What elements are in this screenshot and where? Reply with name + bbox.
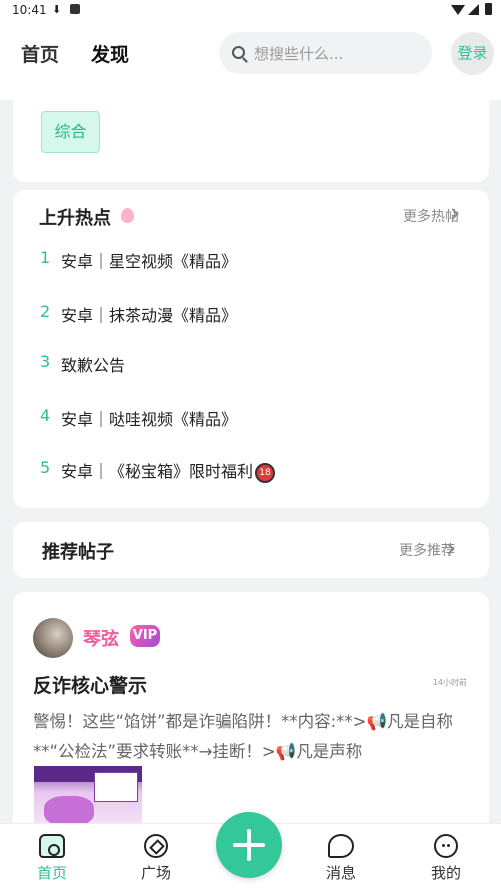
download-icon: ⬇ [52, 3, 62, 16]
message-icon [328, 834, 354, 858]
hot-item-rank: 4 [40, 406, 51, 425]
thumbnail-graphic [44, 796, 94, 826]
post-card[interactable]: 琴弦 VIP 反诈核心警示 14小时前 警惕！这些“馅饼”都是诈骗陷阱！**内容… [13, 592, 489, 832]
nav-messages[interactable]: 消息 [311, 824, 371, 890]
hot-item-rank: 2 [40, 302, 51, 321]
top-header: 首页 发现 想搜些什么... 登录 [0, 22, 501, 100]
create-post-button[interactable] [216, 812, 282, 878]
category-chip-all[interactable]: 综合 [41, 111, 100, 153]
nav-messages-label: 消息 [325, 864, 356, 882]
tab-home[interactable]: 首页 [21, 40, 59, 67]
nav-square[interactable]: 广场 [126, 824, 186, 890]
thumbnail-card [94, 772, 138, 802]
hot-item-rank: 3 [40, 352, 51, 371]
hot-item-text: 安卓｜抹茶动漫《精品》 [61, 306, 238, 325]
plus-icon-vertical [247, 829, 251, 861]
battery-icon [485, 3, 492, 15]
tab-discover[interactable]: 发现 [87, 40, 131, 67]
post-excerpt: 警惕！这些“馅饼”都是诈骗陷阱！**内容:**>📢凡是自称**“公检法”要求转账… [33, 712, 454, 761]
hot-item-text-content: 安卓｜《秘宝箱》限时福利 [61, 462, 254, 481]
notification-icon [70, 4, 80, 14]
recommended-posts-title: 推荐帖子 [42, 542, 114, 563]
adult-18-icon: 18 [255, 462, 276, 483]
post-username[interactable]: 琴弦 [83, 625, 119, 651]
nav-profile[interactable]: 我的 [416, 824, 476, 890]
flame-icon [121, 208, 134, 223]
hot-item-text: 安卓｜星空视频《精品》 [61, 252, 238, 271]
profile-icon [434, 834, 458, 858]
hot-topics-card: 上升热点 更多热帖 1 安卓｜星空视频《精品》 2 安卓｜抹茶动漫《精品》 3 … [13, 190, 489, 508]
signal-icon [468, 4, 479, 15]
hot-item-text: 安卓｜《秘宝箱》限时福利 18 [61, 458, 276, 483]
recommended-posts-card: 推荐帖子 更多推荐 [13, 522, 489, 578]
login-button[interactable]: 登录 [451, 32, 494, 75]
hot-item-text: 致歉公告 [61, 356, 126, 375]
status-bar: 10:41 ⬇ [0, 0, 501, 22]
post-title[interactable]: 反诈核心警示 [33, 671, 147, 698]
nav-home[interactable]: 首页 [22, 824, 82, 890]
search-icon [232, 46, 245, 59]
post-timestamp: 14小时前 [432, 678, 467, 687]
status-time: 10:41 [12, 3, 47, 17]
home-icon [39, 834, 65, 858]
hot-item-rank: 1 [40, 248, 51, 267]
tab-discover-label: 发现 [91, 44, 130, 66]
wifi-icon [451, 5, 465, 15]
search-input[interactable]: 想搜些什么... [219, 32, 432, 74]
nav-home-label: 首页 [36, 864, 67, 882]
compass-icon [144, 834, 168, 858]
hot-item-text: 安卓｜哒哇视频《精品》 [61, 410, 238, 429]
hot-topics-title: 上升热点 [39, 208, 111, 229]
nav-profile-label: 我的 [430, 864, 461, 882]
avatar[interactable] [33, 618, 73, 658]
search-placeholder: 想搜些什么... [254, 45, 344, 63]
vip-badge: VIP [130, 625, 160, 647]
category-card: 综合 [13, 100, 489, 182]
hot-item-rank: 5 [40, 458, 51, 477]
nav-square-label: 广场 [140, 864, 171, 882]
